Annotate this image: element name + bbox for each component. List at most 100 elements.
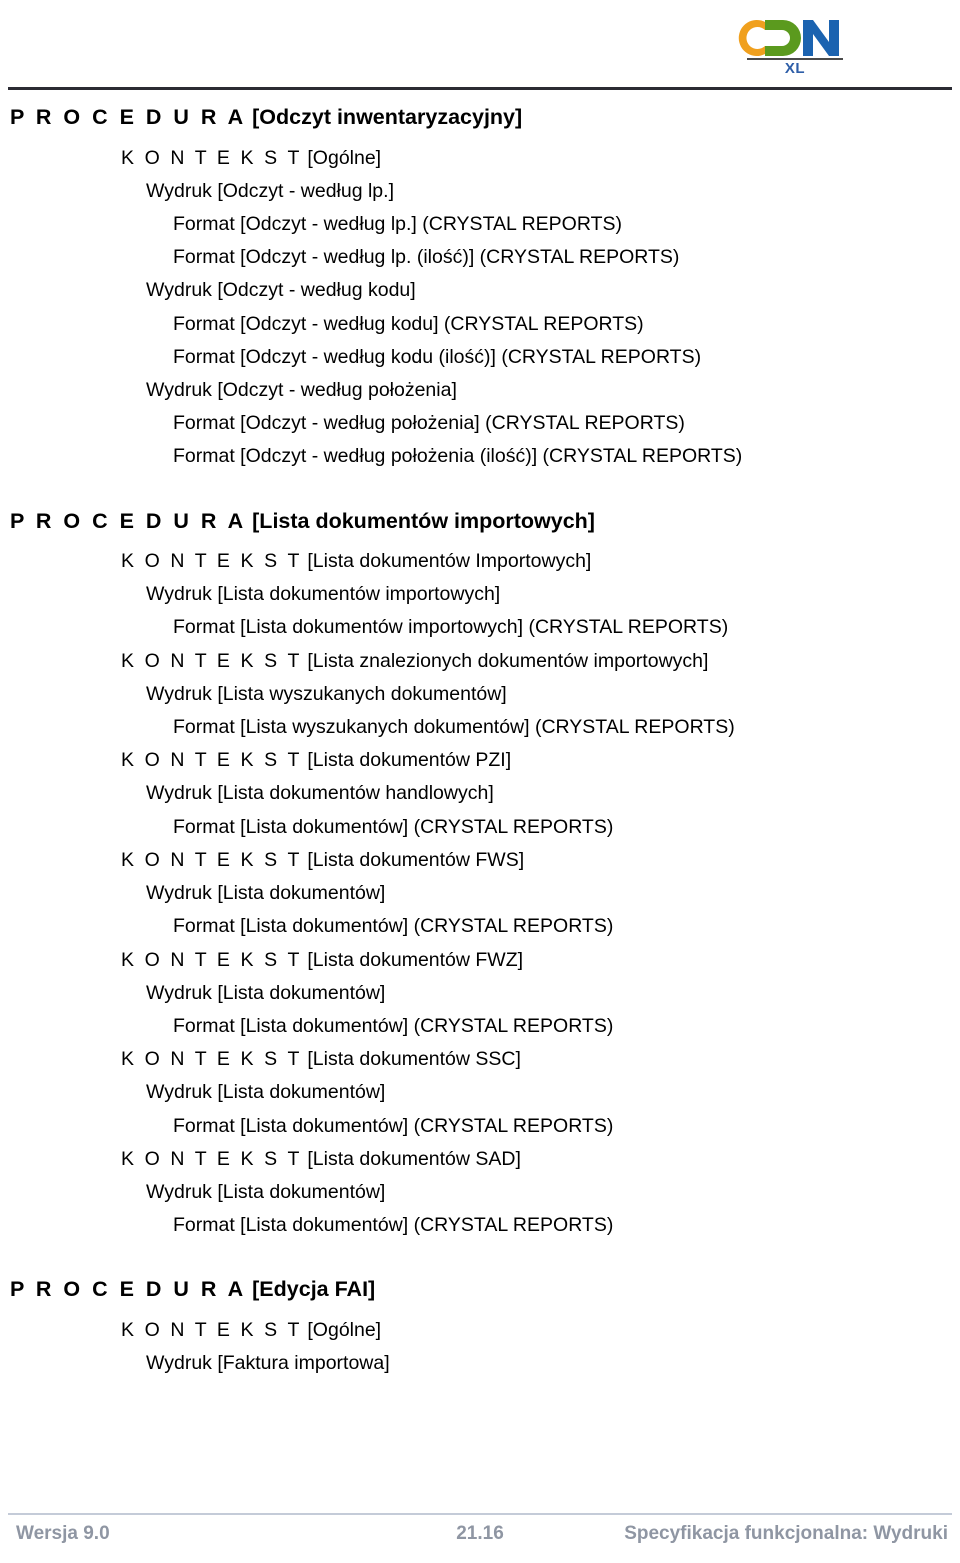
kontekst-keyword: K O N T E K S T [121, 1048, 302, 1071]
line-text: Wydruk [Lista dokumentów] [146, 1180, 386, 1203]
line-text: Format [Lista dokumentów] (CRYSTAL REPOR… [173, 815, 614, 838]
kontekst-keyword: K O N T E K S T [121, 550, 302, 573]
line-text: Wydruk [Lista wyszukanych dokumentów] [146, 682, 507, 705]
document-content: P R O C E D U R A [Odczyt inwentaryzacyj… [0, 104, 960, 1380]
format-line: Format [Lista wyszukanych dokumentów] (C… [173, 711, 960, 744]
format-line: Format [Lista dokumentów] (CRYSTAL REPOR… [173, 811, 960, 844]
kontekst-line: K O N T E K S T [Ogólne] [121, 142, 960, 175]
kontekst-name: [Lista znalezionych dokumentów importowy… [301, 649, 709, 672]
kontekst-line: K O N T E K S T [Lista dokumentów Import… [121, 545, 960, 578]
format-line: Format [Lista dokumentów importowych] (C… [173, 611, 960, 644]
kontekst-keyword: K O N T E K S T [121, 1147, 302, 1170]
format-line: Format [Odczyt - według lp. (ilość)] (CR… [173, 241, 960, 274]
line-text: Format [Odczyt - według kodu] (CRYSTAL R… [173, 312, 644, 335]
line-text: Format [Lista dokumentów importowych] (C… [173, 616, 729, 639]
line-text: Wydruk [Lista dokumentów] [146, 981, 386, 1004]
heading-gap [0, 1306, 960, 1314]
wydruk-line: Wydruk [Faktura importowa] [146, 1347, 960, 1380]
procedure-heading: P R O C E D U R A [Edycja FAI] [10, 1276, 960, 1304]
kontekst-line: K O N T E K S T [Lista znalezionych doku… [121, 645, 960, 678]
line-text: Format [Lista dokumentów] (CRYSTAL REPOR… [173, 1014, 614, 1037]
line-text: Format [Odczyt - według położenia] (CRYS… [173, 412, 685, 435]
format-line: Format [Odczyt - według położenia] (CRYS… [173, 407, 960, 440]
page-header: XL [0, 0, 960, 92]
wydruk-line: Wydruk [Lista dokumentów] [146, 1076, 960, 1109]
kontekst-name: [Lista dokumentów FWS] [301, 848, 525, 871]
footer-row: Wersja 9.0 21.16 Specyfikacja funkcjonal… [8, 1523, 952, 1555]
kontekst-name: [Ogólne] [301, 1318, 382, 1341]
kontekst-keyword: K O N T E K S T [121, 1318, 302, 1341]
procedure-heading: P R O C E D U R A [Odczyt inwentaryzacyj… [10, 104, 960, 132]
format-line: Format [Odczyt - według kodu] (CRYSTAL R… [173, 308, 960, 341]
line-text: Wydruk [Odczyt - według kodu] [146, 279, 416, 302]
line-text: Format [Lista dokumentów] (CRYSTAL REPOR… [173, 915, 614, 938]
kontekst-name: [Lista dokumentów SAD] [301, 1147, 521, 1170]
kontekst-line: K O N T E K S T [Lista dokumentów FWS] [121, 844, 960, 877]
line-text: Wydruk [Lista dokumentów] [146, 1081, 386, 1104]
procedure-heading-keyword: P R O C E D U R A [10, 508, 247, 533]
procedure-heading-name: [Edycja FAI] [246, 1277, 376, 1302]
kontekst-line: K O N T E K S T [Lista dokumentów FWZ] [121, 944, 960, 977]
kontekst-keyword: K O N T E K S T [121, 948, 302, 971]
procedure-heading-keyword: P R O C E D U R A [10, 1277, 247, 1302]
kontekst-line: K O N T E K S T [Lista dokumentów PZI] [121, 744, 960, 777]
line-text: Format [Odczyt - według lp. (ilość)] (CR… [173, 246, 680, 269]
kontekst-name: [Lista dokumentów FWZ] [301, 948, 524, 971]
kontekst-keyword: K O N T E K S T [121, 649, 302, 672]
format-line: Format [Odczyt - według położenia (ilość… [173, 440, 960, 473]
kontekst-keyword: K O N T E K S T [121, 146, 302, 169]
procedure-heading-name: [Odczyt inwentaryzacyjny] [246, 105, 523, 129]
wydruk-line: Wydruk [Lista dokumentów] [146, 877, 960, 910]
format-line: Format [Lista dokumentów] (CRYSTAL REPOR… [173, 1110, 960, 1143]
kontekst-name: [Ogólne] [301, 146, 382, 169]
heading-gap [0, 134, 960, 142]
footer-divider [8, 1513, 952, 1515]
line-text: Wydruk [Faktura importowa] [146, 1352, 390, 1375]
line-text: Wydruk [Odczyt - według położenia] [146, 378, 457, 401]
format-line: Format [Odczyt - według lp.] (CRYSTAL RE… [173, 208, 960, 241]
cdn-logo-icon [738, 19, 839, 57]
line-text: Format [Lista dokumentów] (CRYSTAL REPOR… [173, 1214, 614, 1237]
wydruk-line: Wydruk [Lista dokumentów] [146, 977, 960, 1010]
line-text: Wydruk [Odczyt - według lp.] [146, 179, 394, 202]
format-line: Format [Lista dokumentów] (CRYSTAL REPOR… [173, 1010, 960, 1043]
line-text: Format [Odczyt - według położenia (ilość… [173, 445, 743, 468]
document-page: XL P R O C E D U R A [Odczyt inwentaryza… [0, 0, 960, 1563]
procedure-heading: P R O C E D U R A [Lista dokumentów impo… [10, 508, 960, 536]
kontekst-name: [Lista dokumentów PZI] [301, 749, 512, 772]
cdn-xl-logo: XL [725, 12, 865, 80]
line-text: Wydruk [Lista dokumentów] [146, 882, 386, 905]
format-line: Format [Lista dokumentów] (CRYSTAL REPOR… [173, 910, 960, 943]
kontekst-line: K O N T E K S T [Ogólne] [121, 1314, 960, 1347]
header-divider [8, 87, 952, 90]
line-text: Wydruk [Lista dokumentów handlowych] [146, 782, 494, 805]
kontekst-keyword: K O N T E K S T [121, 848, 302, 871]
kontekst-name: [Lista dokumentów SSC] [301, 1048, 521, 1071]
line-text: Format [Lista dokumentów] (CRYSTAL REPOR… [173, 1114, 614, 1137]
line-text: Format [Odczyt - według lp.] (CRYSTAL RE… [173, 212, 622, 235]
line-text: Format [Lista wyszukanych dokumentów] (C… [173, 716, 735, 739]
wydruk-line: Wydruk [Lista dokumentów handlowych] [146, 777, 960, 810]
page-footer: Wersja 9.0 21.16 Specyfikacja funkcjonal… [0, 1489, 960, 1563]
wydruk-line: Wydruk [Lista wyszukanych dokumentów] [146, 678, 960, 711]
kontekst-keyword: K O N T E K S T [121, 749, 302, 772]
wydruk-line: Wydruk [Lista dokumentów] [146, 1176, 960, 1209]
heading-gap [0, 537, 960, 545]
line-text: Format [Odczyt - według kodu (ilość)] (C… [173, 345, 702, 368]
wydruk-line: Wydruk [Odczyt - według położenia] [146, 374, 960, 407]
logo-subtitle: XL [784, 60, 806, 77]
wydruk-line: Wydruk [Lista dokumentów importowych] [146, 578, 960, 611]
wydruk-line: Wydruk [Odczyt - według kodu] [146, 274, 960, 307]
format-line: Format [Lista dokumentów] (CRYSTAL REPOR… [173, 1209, 960, 1242]
procedure-heading-name: [Lista dokumentów importowych] [246, 508, 595, 533]
footer-document-title: Specyfikacja funkcjonalna: Wydruki [624, 1523, 948, 1544]
format-line: Format [Odczyt - według kodu (ilość)] (C… [173, 341, 960, 374]
procedure-heading-keyword: P R O C E D U R A [10, 105, 247, 129]
wydruk-line: Wydruk [Odczyt - według lp.] [146, 175, 960, 208]
kontekst-line: K O N T E K S T [Lista dokumentów SSC] [121, 1043, 960, 1076]
kontekst-name: [Lista dokumentów Importowych] [301, 550, 592, 573]
line-text: Wydruk [Lista dokumentów importowych] [146, 583, 501, 606]
kontekst-line: K O N T E K S T [Lista dokumentów SAD] [121, 1143, 960, 1176]
